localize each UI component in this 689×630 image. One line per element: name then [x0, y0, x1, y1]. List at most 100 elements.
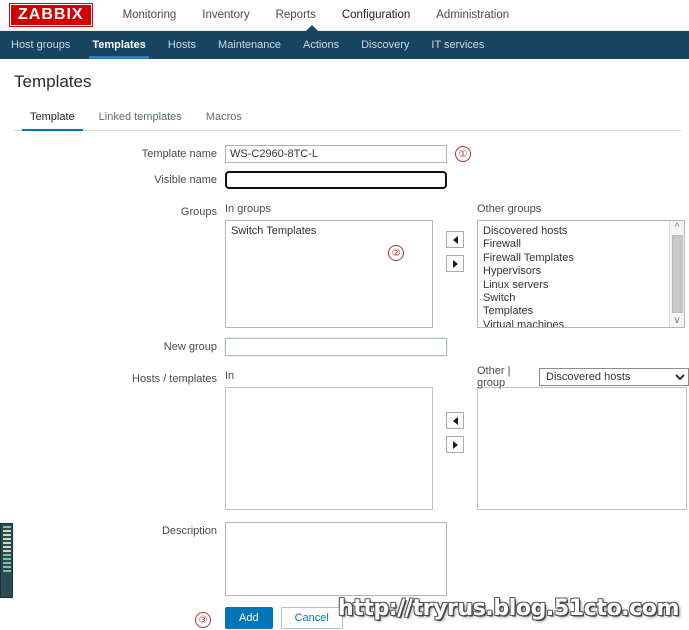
- move-left-button[interactable]: [446, 231, 464, 248]
- tab-linked-templates[interactable]: Linked templates: [87, 104, 194, 130]
- action-buttons: Add Cancel: [225, 607, 343, 629]
- in-groups-block: In groups Switch Templates ②: [225, 203, 433, 328]
- template-name-field-wrap: [225, 145, 447, 163]
- other-groups-label: Other groups: [477, 203, 542, 215]
- description-label: Description: [161, 525, 217, 537]
- triangle-right-icon: [452, 259, 458, 268]
- tab-bar: Template Linked templates Macros: [14, 104, 681, 131]
- sidebar-item-it-services[interactable]: IT services: [420, 31, 495, 59]
- other-groups-block: Other groups Discovered hosts Firewall F…: [477, 203, 685, 328]
- hosts-in-label: In: [225, 370, 235, 382]
- hosts-in-listbox[interactable]: [225, 387, 433, 510]
- list-item[interactable]: Virtual machines: [483, 319, 666, 327]
- list-item[interactable]: Switch Templates: [231, 225, 427, 238]
- annotation-1: ①: [455, 146, 471, 162]
- add-button[interactable]: Add: [225, 607, 273, 629]
- scrollbar-thumb[interactable]: [671, 235, 683, 313]
- description-textarea[interactable]: [225, 522, 447, 596]
- hosts-move-left-button[interactable]: [446, 412, 464, 429]
- handle-bar: [2, 550, 11, 552]
- sidebar-item-hosts[interactable]: Hosts: [157, 31, 207, 59]
- row-actions: Add Cancel ③: [0, 607, 689, 629]
- hosts-transfer-buttons: [446, 370, 464, 453]
- sidebar-item-discovery[interactable]: Discovery: [350, 31, 420, 59]
- hosts-other-listbox[interactable]: [477, 387, 687, 510]
- triangle-left-icon: [452, 416, 458, 425]
- handle-bar: [2, 526, 11, 528]
- zabbix-logo[interactable]: ZABBIX: [9, 3, 93, 27]
- template-name-label: Template name: [141, 148, 217, 160]
- hosts-in-block: In: [225, 370, 433, 510]
- handle-bar: [2, 554, 11, 556]
- list-item[interactable]: Discovered hosts: [483, 225, 666, 238]
- handle-bar: [2, 538, 11, 540]
- list-item[interactable]: Templates: [483, 305, 666, 318]
- top-bar: ZABBIX Monitoring Inventory Reports Conf…: [0, 0, 689, 31]
- description-field-wrap: [225, 522, 447, 599]
- hosts-other-header: Other | group Discovered hosts Firewall …: [477, 365, 689, 389]
- tab-macros[interactable]: Macros: [194, 104, 254, 130]
- main-menu-item-inventory[interactable]: Inventory: [189, 3, 262, 27]
- handle-bar: [2, 570, 11, 572]
- annotation-2: ②: [388, 245, 404, 261]
- groups-label: Groups: [180, 206, 217, 218]
- chevron-up-icon[interactable]: ^: [675, 223, 680, 233]
- triangle-left-icon: [452, 235, 458, 244]
- row-visible-name: Visible name: [0, 170, 689, 190]
- list-item[interactable]: Hypervisors: [483, 265, 666, 278]
- main-menu: Monitoring Inventory Reports Configurati…: [110, 3, 523, 27]
- page-title: Templates: [14, 72, 92, 91]
- handle-bar: [2, 562, 11, 564]
- handle-bar: [2, 546, 11, 548]
- main-menu-item-reports[interactable]: Reports: [263, 3, 329, 27]
- other-group-select[interactable]: Discovered hosts Firewall Firewall Templ…: [539, 367, 689, 386]
- in-groups-label: In groups: [225, 203, 271, 215]
- annotation-3: ③: [195, 612, 211, 628]
- collapsed-sidebar-handle[interactable]: [0, 523, 13, 598]
- list-item[interactable]: Firewall Templates: [483, 252, 666, 265]
- hosts-other-label: Other | group: [477, 364, 511, 389]
- visible-name-input[interactable]: [224, 170, 448, 190]
- hosts-templates-label: Hosts / templates: [132, 373, 217, 385]
- tab-template[interactable]: Template: [18, 104, 87, 131]
- list-item[interactable]: Switch: [483, 292, 666, 305]
- row-description: Description: [0, 522, 689, 599]
- list-item[interactable]: Linux servers: [483, 279, 666, 292]
- row-template-name: Template name ①: [0, 145, 689, 163]
- new-group-label: New group: [163, 341, 217, 353]
- triangle-right-icon: [452, 440, 458, 449]
- cancel-button[interactable]: Cancel: [280, 607, 343, 629]
- template-name-input[interactable]: [225, 145, 447, 163]
- row-groups: Groups In groups Switch Templates ② Othe…: [0, 203, 689, 328]
- in-groups-listbox[interactable]: Switch Templates ②: [225, 220, 433, 328]
- row-new-group: New group: [0, 337, 689, 357]
- sub-navigation: Host groups Templates Hosts Maintenance …: [0, 25, 689, 59]
- main-menu-item-administration[interactable]: Administration: [423, 3, 522, 27]
- template-form: Template name ① Visible name Groups In g…: [0, 131, 689, 629]
- list-item[interactable]: Firewall: [483, 238, 666, 251]
- other-groups-listbox[interactable]: Discovered hosts Firewall Firewall Templ…: [477, 220, 685, 328]
- active-menu-pointer-icon: [305, 25, 319, 32]
- handle-bar: [2, 534, 11, 536]
- handle-bar: [2, 566, 11, 568]
- sidebar-item-host-groups[interactable]: Host groups: [0, 31, 81, 59]
- hosts-other-block: Other | group Discovered hosts Firewall …: [477, 365, 689, 510]
- row-hosts-templates: Hosts / templates In Other | group Disco…: [0, 365, 689, 510]
- actions-spacer: [0, 607, 225, 610]
- main-menu-item-configuration[interactable]: Configuration: [329, 3, 423, 27]
- groups-transfer-buttons: [446, 203, 464, 272]
- sidebar-item-actions[interactable]: Actions: [292, 31, 350, 59]
- handle-bar: [2, 530, 11, 532]
- hosts-move-right-button[interactable]: [446, 436, 464, 453]
- visible-name-field-wrap: [224, 170, 448, 190]
- other-groups-scrollbar[interactable]: ^ v: [669, 221, 684, 327]
- visible-name-label: Visible name: [154, 174, 217, 186]
- handle-bar: [2, 542, 11, 544]
- sidebar-item-templates[interactable]: Templates: [81, 31, 157, 59]
- new-group-input[interactable]: [224, 337, 448, 357]
- new-group-field-wrap: [224, 337, 448, 357]
- sidebar-item-maintenance[interactable]: Maintenance: [207, 31, 292, 59]
- main-menu-item-monitoring[interactable]: Monitoring: [110, 3, 190, 27]
- move-right-button[interactable]: [446, 255, 464, 272]
- chevron-down-icon[interactable]: v: [675, 316, 680, 326]
